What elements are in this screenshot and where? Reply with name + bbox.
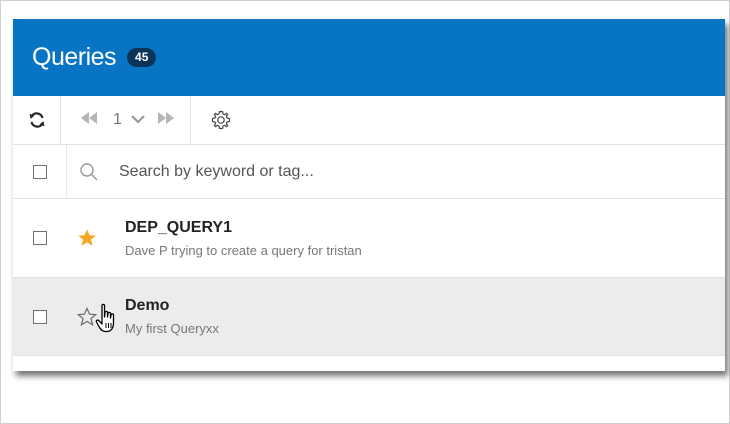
search-row (13, 145, 725, 199)
panel-header: Queries 45 (13, 19, 725, 96)
toolbar: 1 (13, 96, 725, 145)
search-input[interactable] (117, 161, 621, 182)
list-item[interactable]: DEP_QUERY1 Dave P trying to create a que… (13, 199, 725, 278)
refresh-icon (29, 112, 44, 128)
list-item[interactable]: Demo My first Queryxx (13, 278, 725, 356)
first-page-button[interactable] (79, 111, 99, 130)
query-name: DEP_QUERY1 (125, 218, 232, 236)
query-name: Demo (125, 297, 170, 314)
star-outline-icon (77, 306, 97, 326)
page-select-dropdown[interactable] (130, 111, 146, 129)
favorite-toggle[interactable] (67, 228, 107, 248)
row-checkbox[interactable] (33, 309, 47, 324)
row-checkbox-cell (13, 278, 67, 355)
screenshot-frame: Queries 45 1 Search by keyword or tag...… (0, 0, 730, 424)
gear-icon (211, 110, 231, 130)
queries-panel: Queries 45 1 Search by keyword or tag...… (13, 19, 725, 371)
pagination: 1 (61, 96, 191, 144)
page-number: 1 (113, 111, 122, 128)
settings-button[interactable] (191, 96, 251, 144)
page-title: Queries (32, 43, 117, 71)
query-description: My first Queryxx (125, 321, 219, 336)
first-page-icon (81, 111, 97, 124)
select-all-cell (13, 145, 67, 198)
search-icon (79, 162, 99, 182)
row-checkbox-cell (13, 199, 67, 277)
chevron-down-icon (131, 115, 145, 124)
star-filled-icon (78, 229, 96, 246)
count-badge: 45 (127, 48, 157, 67)
hand-cursor-icon (95, 303, 115, 333)
last-page-icon (157, 111, 174, 124)
row-text: Demo My first Queryxx (125, 297, 219, 336)
row-checkbox[interactable] (33, 231, 47, 245)
row-text: DEP_QUERY1 Dave P trying to create a que… (125, 219, 362, 258)
query-description: Dave P trying to create a query for tris… (125, 242, 362, 258)
refresh-button[interactable] (13, 96, 61, 144)
last-page-button[interactable] (156, 111, 176, 130)
select-all-checkbox[interactable] (32, 164, 47, 179)
